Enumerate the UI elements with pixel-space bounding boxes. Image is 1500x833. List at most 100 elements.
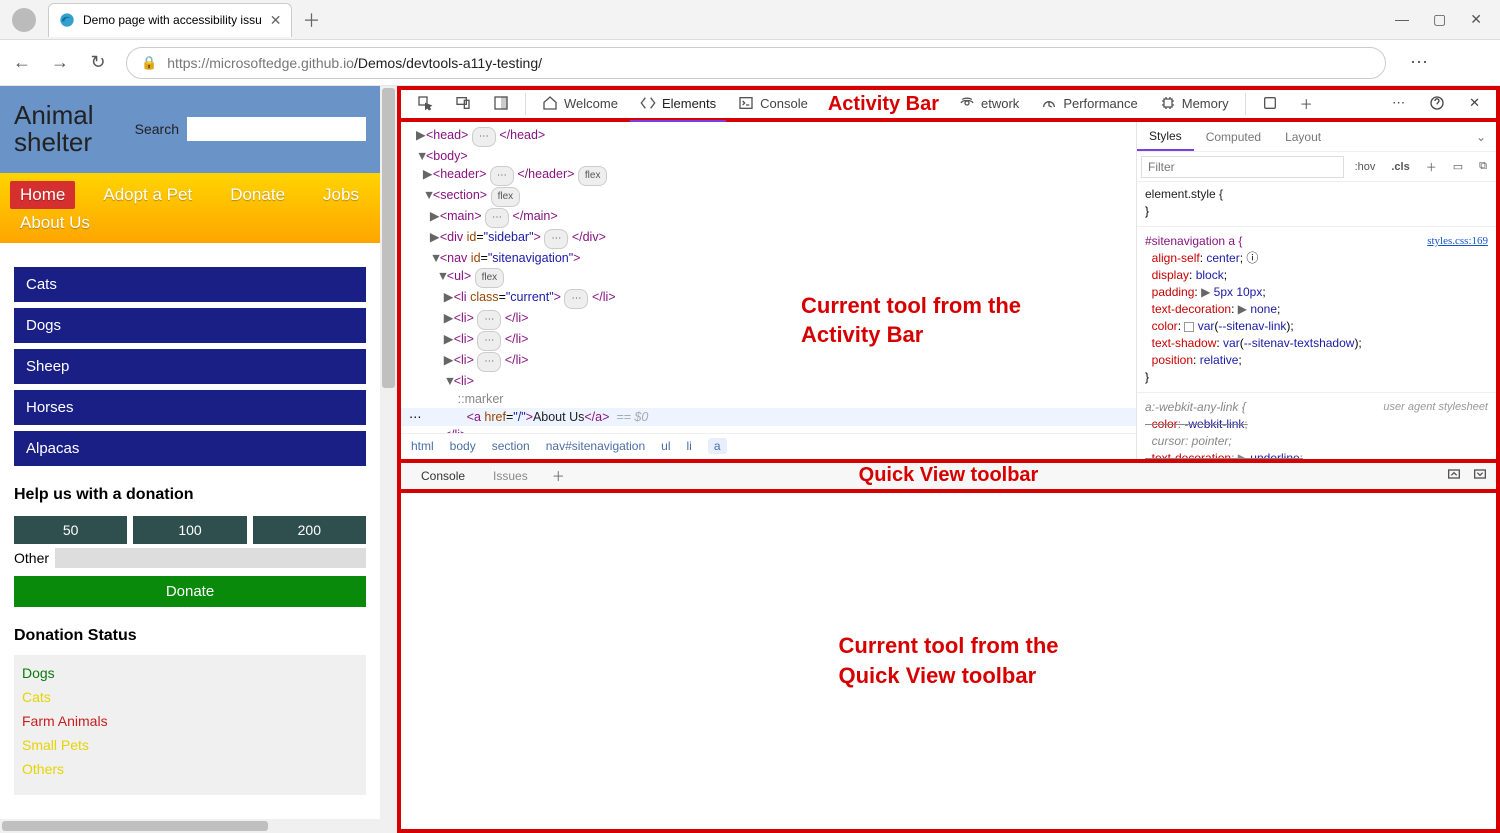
computed-tab[interactable]: Computed (1194, 124, 1273, 150)
sidebar-nav: Cats Dogs Sheep Horses Alpacas (0, 243, 380, 480)
browser-menu-icon[interactable]: ⋯ (1404, 52, 1434, 73)
nav-jobs[interactable]: Jobs (313, 181, 369, 209)
browser-titlebar: Demo page with accessibility issu ✕ ＋ — … (0, 0, 1500, 40)
chevron-down-icon[interactable]: ⌄ (1466, 130, 1496, 144)
dock-side-icon[interactable] (483, 86, 519, 122)
tab-welcome[interactable]: Welcome (532, 86, 628, 122)
selected-dom-node: ⋯ <a href="/">About Us</a> == $0 (401, 408, 1136, 426)
new-rule-icon[interactable]: ＋ (1421, 157, 1442, 177)
close-window-icon[interactable]: ✕ (1470, 11, 1482, 28)
status-item: Cats (22, 689, 358, 705)
amount-100-button[interactable]: 100 (133, 516, 246, 544)
url-text: https://microsoftedge.github.io/Demos/de… (167, 55, 542, 71)
cls-toggle[interactable]: .cls (1386, 159, 1414, 175)
profile-avatar[interactable] (12, 8, 36, 32)
styles-tab[interactable]: Styles (1137, 123, 1194, 151)
maximize-icon[interactable]: ▢ (1433, 11, 1446, 28)
styles-filter-input[interactable] (1141, 156, 1344, 178)
site-title: Animal shelter (14, 102, 127, 157)
hov-toggle[interactable]: :hov (1350, 159, 1381, 175)
browser-toolbar: ← → ↻ 🔒 https://microsoftedge.github.io/… (0, 40, 1500, 86)
edge-favicon (59, 12, 75, 28)
browser-tab[interactable]: Demo page with accessibility issu ✕ (48, 3, 292, 37)
sidebar-item[interactable]: Alpacas (14, 431, 366, 466)
tab-console[interactable]: Console (728, 86, 818, 122)
elements-tool: ▶<head> ⋯ </head> ▼<body> ▶<header> ⋯ </… (397, 122, 1500, 463)
annotation-activity-bar: Activity Bar (820, 93, 947, 116)
quick-view-toolbar: Console Issues ＋ Quick View toolbar (397, 463, 1500, 493)
console-icon (738, 95, 754, 111)
forward-button[interactable]: → (50, 52, 70, 73)
annotation-qv-body: Current tool from theQuick View toolbar (839, 631, 1059, 690)
qv-collapse-icon[interactable] (1472, 466, 1488, 485)
dock-tab-icon[interactable] (1252, 86, 1288, 122)
search-input[interactable] (187, 117, 366, 141)
memory-icon (1160, 95, 1176, 111)
donation-section: Help us with a donation 50 100 200 Other… (0, 480, 380, 613)
tab-network[interactable]: etwork (949, 86, 1029, 122)
source-link[interactable]: styles.css:169 (1427, 233, 1488, 250)
performance-icon (1041, 95, 1057, 111)
device-emulation-icon[interactable] (445, 86, 481, 122)
nav-adopt[interactable]: Adopt a Pet (93, 181, 202, 209)
horizontal-scrollbar[interactable] (0, 819, 380, 833)
dom-tree[interactable]: ▶<head> ⋯ </head> ▼<body> ▶<header> ⋯ </… (401, 122, 1136, 433)
sidebar-item[interactable]: Dogs (14, 308, 366, 343)
qv-expand-icon[interactable] (1446, 466, 1462, 485)
tab-title: Demo page with accessibility issu (83, 13, 262, 27)
home-icon (542, 95, 558, 111)
box-editor-icon[interactable]: ⧉ (1474, 158, 1492, 175)
status-item: Farm Animals (22, 713, 358, 729)
donation-status: Donation Status Dogs Cats Farm Animals S… (0, 613, 380, 809)
help-icon[interactable] (1419, 86, 1455, 122)
back-button[interactable]: ← (12, 52, 32, 73)
inspect-element-icon[interactable] (407, 86, 443, 122)
more-tabs-icon[interactable]: ＋ (1290, 86, 1323, 122)
sidebar-item[interactable]: Sheep (14, 349, 366, 384)
flex-editor-icon[interactable]: ▭ (1448, 158, 1468, 175)
qv-console-tab[interactable]: Console (409, 465, 477, 487)
nav-about[interactable]: About Us (10, 209, 100, 236)
css-rules[interactable]: element.style { } #sitenavigation a {sty… (1137, 182, 1496, 459)
tab-performance[interactable]: Performance (1031, 86, 1147, 122)
other-label: Other (14, 550, 49, 566)
qv-issues-tab[interactable]: Issues (481, 465, 540, 487)
donate-button[interactable]: Donate (14, 576, 366, 607)
amount-200-button[interactable]: 200 (253, 516, 366, 544)
vertical-scrollbar[interactable] (380, 86, 397, 833)
network-icon (959, 95, 975, 111)
close-devtools-icon[interactable]: ✕ (1459, 86, 1490, 122)
styles-pane: Styles Computed Layout ⌄ :hov .cls ＋ ▭ ⧉ (1136, 122, 1496, 459)
sidebar-item[interactable]: Horses (14, 390, 366, 425)
rendered-page: Animal shelter Search Home Adopt a Pet D… (0, 86, 397, 833)
reload-button[interactable]: ↻ (88, 52, 108, 73)
close-tab-icon[interactable]: ✕ (270, 12, 282, 29)
address-bar[interactable]: 🔒 https://microsoftedge.github.io/Demos/… (126, 47, 1386, 79)
more-tools-icon[interactable]: ⋯ (1382, 86, 1415, 122)
layout-tab[interactable]: Layout (1273, 124, 1333, 150)
minimize-icon[interactable]: — (1395, 11, 1409, 28)
status-heading: Donation Status (14, 627, 366, 645)
annotation-qv-toolbar: Quick View toolbar (851, 464, 1047, 487)
activity-bar: Welcome Elements Console Activity Bar et… (397, 86, 1500, 122)
tab-memory[interactable]: Memory (1150, 86, 1239, 122)
lock-icon: 🔒 (141, 55, 157, 71)
sidebar-item[interactable]: Cats (14, 267, 366, 302)
styles-tabs: Styles Computed Layout ⌄ (1137, 122, 1496, 152)
other-amount-input[interactable] (55, 548, 366, 568)
status-item: Others (22, 761, 358, 777)
status-item: Small Pets (22, 737, 358, 753)
elements-icon (640, 95, 656, 111)
qv-add-tab-icon[interactable]: ＋ (544, 466, 573, 485)
nav-home[interactable]: Home (10, 181, 75, 209)
search-label: Search (135, 121, 179, 137)
breadcrumb[interactable]: html body section nav#sitenavigation ul … (401, 433, 1136, 459)
new-tab-button[interactable]: ＋ (302, 7, 320, 33)
devtools-panel: Welcome Elements Console Activity Bar et… (397, 86, 1500, 833)
donation-heading: Help us with a donation (14, 486, 366, 504)
nav-donate[interactable]: Donate (220, 181, 295, 209)
amount-50-button[interactable]: 50 (14, 516, 127, 544)
tab-elements[interactable]: Elements (630, 86, 726, 122)
quick-view-body: Current tool from theQuick View toolbar (397, 493, 1500, 833)
page-header: Animal shelter Search (0, 86, 380, 173)
